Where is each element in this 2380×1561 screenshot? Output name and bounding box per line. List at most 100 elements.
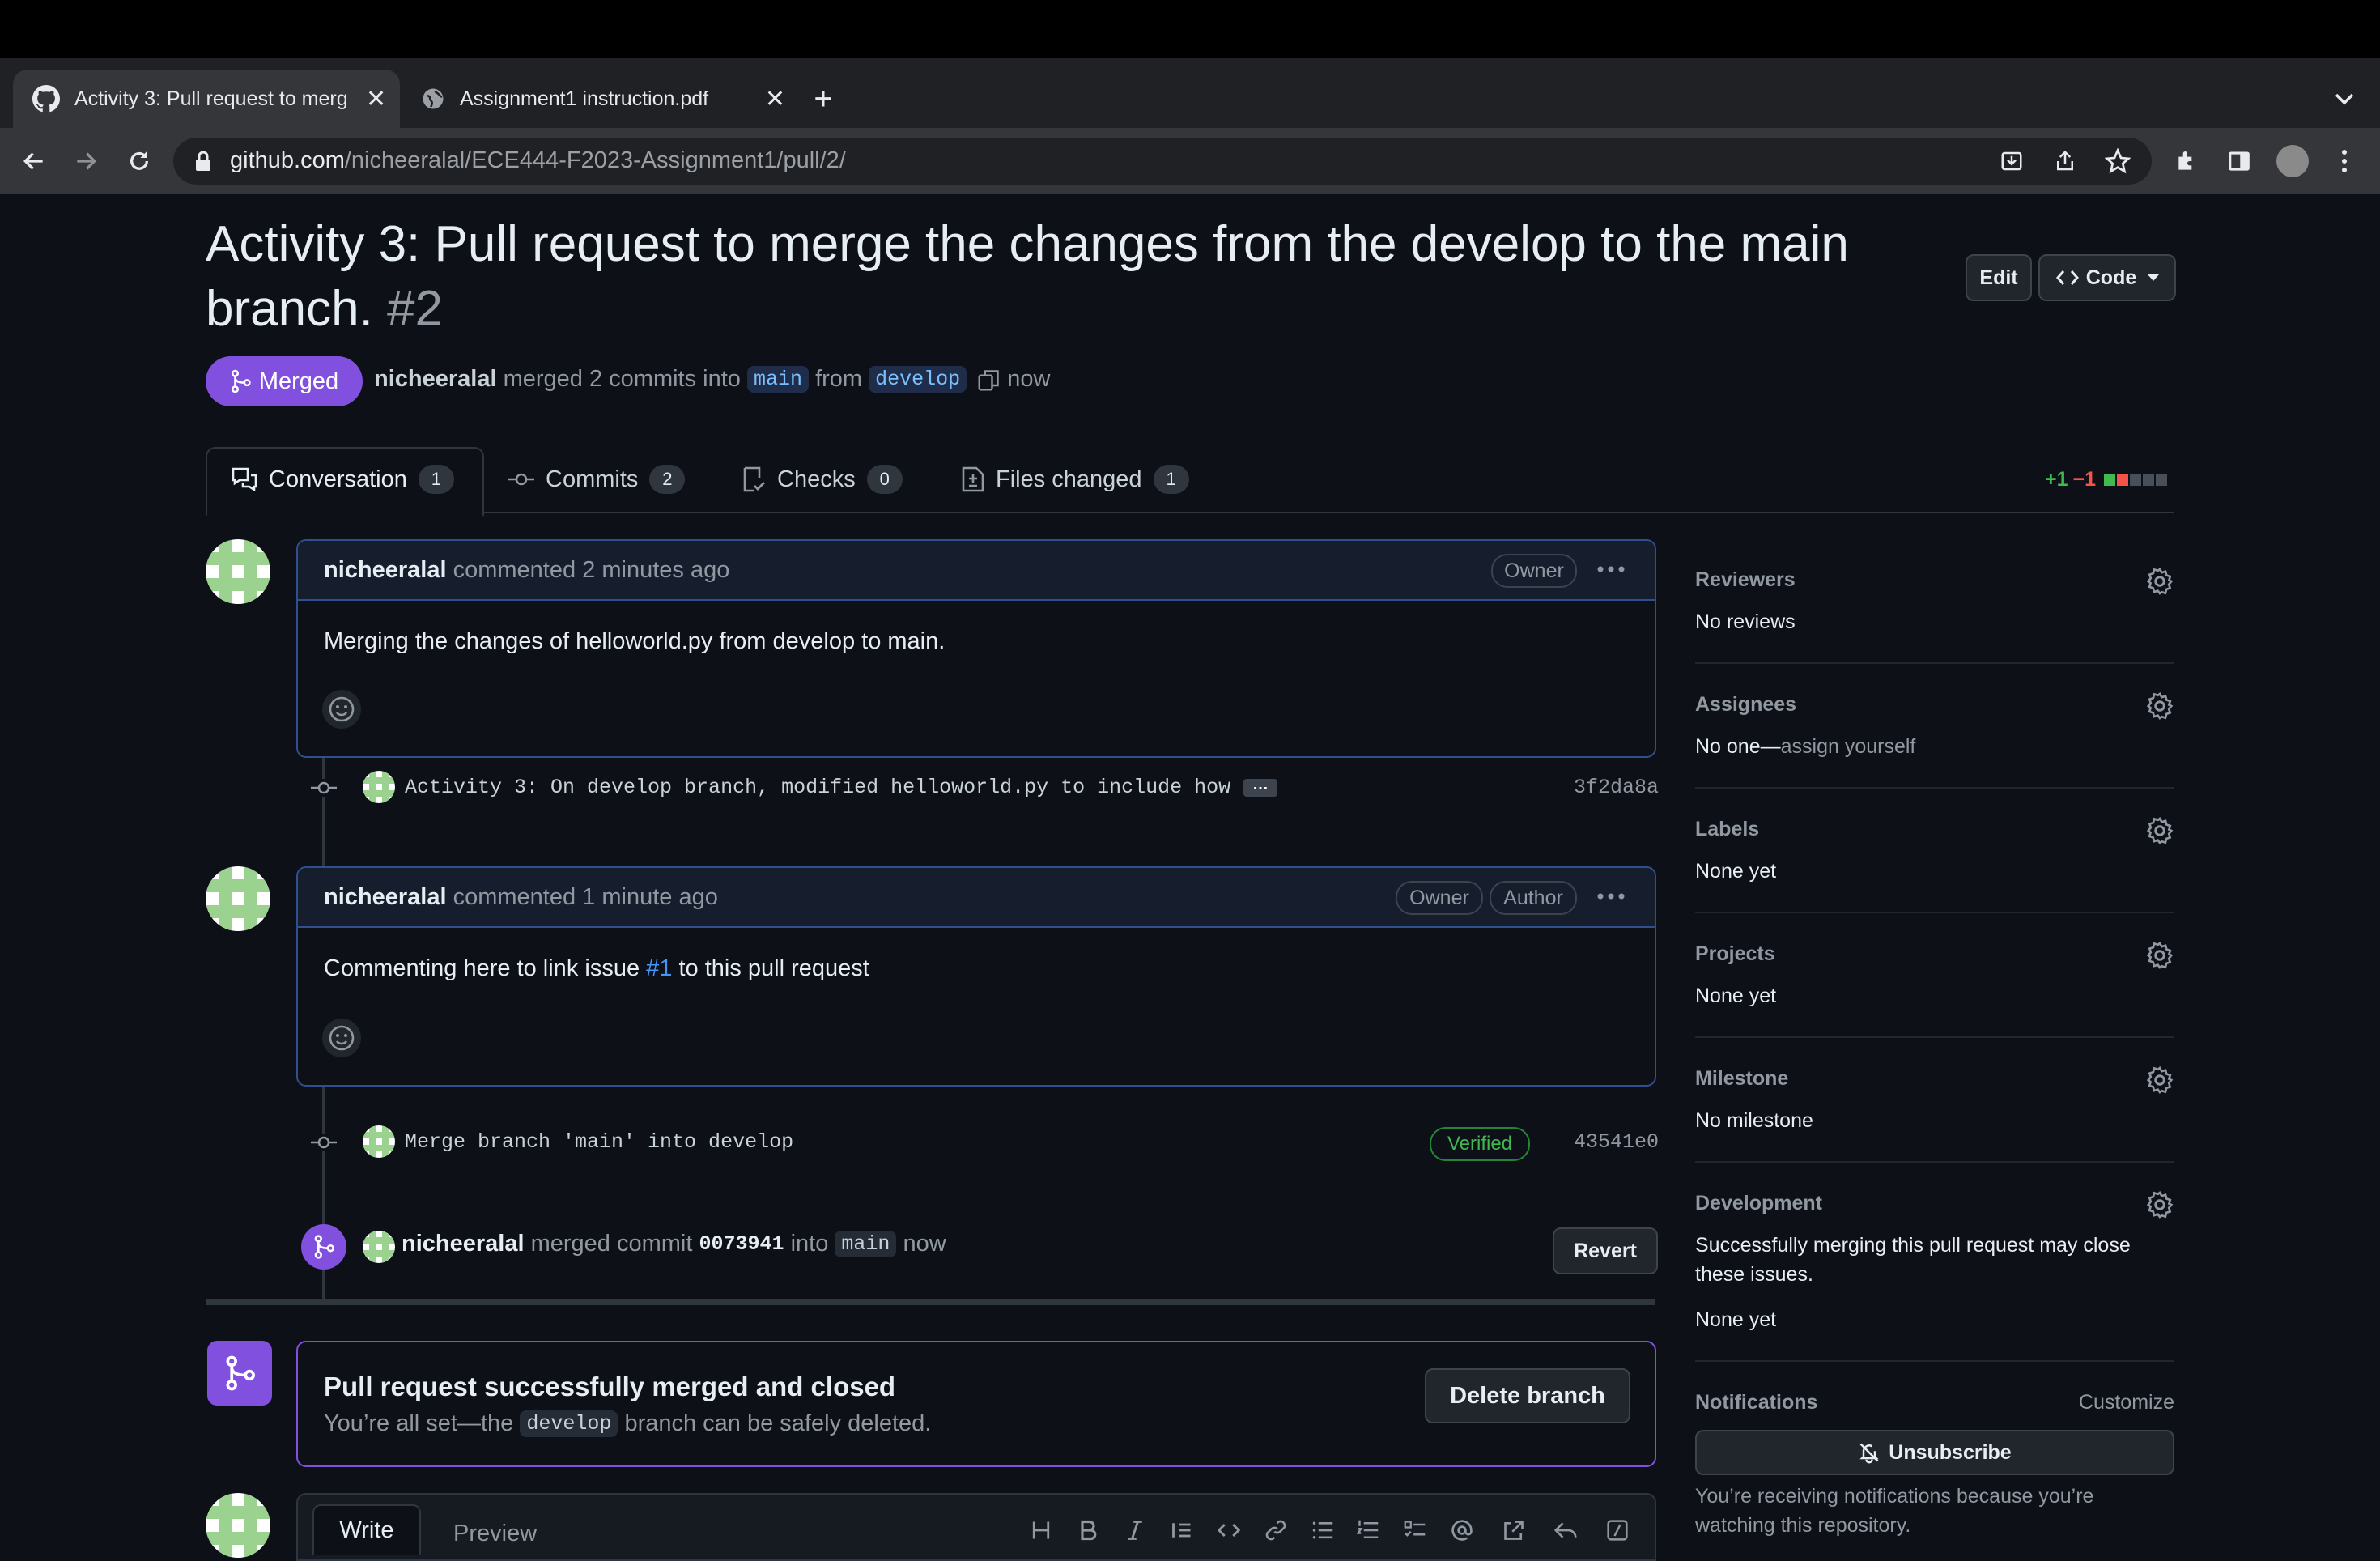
- forward-arrow-icon[interactable]: [68, 143, 104, 179]
- profile-avatar[interactable]: [2276, 145, 2309, 177]
- cross-reference-icon[interactable]: [1502, 1519, 1532, 1548]
- commit-message-link[interactable]: Merge branch 'main' into develop: [405, 1130, 793, 1154]
- side-panel-icon[interactable]: [2221, 143, 2257, 179]
- gear-icon[interactable]: [2145, 816, 2174, 845]
- unsubscribe-button[interactable]: Unsubscribe: [1695, 1430, 2174, 1475]
- copy-icon[interactable]: [978, 368, 1001, 391]
- head-branch-chip[interactable]: develop: [869, 366, 967, 393]
- gear-icon[interactable]: [2145, 941, 2174, 970]
- italic-icon[interactable]: [1124, 1519, 1153, 1548]
- merged-status-box: Pull request successfully merged and clo…: [296, 1341, 1656, 1467]
- git-merge-icon: [301, 1224, 346, 1270]
- sidebar-title: Reviewers: [1695, 568, 1796, 591]
- git-commit-icon: [309, 779, 338, 797]
- browser-tab-pdf[interactable]: Assignment1 instruction.pdf ✕: [411, 70, 792, 128]
- preview-tab[interactable]: Preview: [453, 1521, 537, 1547]
- bookmark-star-icon[interactable]: [2105, 148, 2131, 174]
- sidebar-title: Milestone: [1695, 1067, 1789, 1090]
- merged-status-subtitle: You’re all set—the develop branch can be…: [324, 1410, 932, 1437]
- tab-files-changed[interactable]: Files changed 1: [962, 445, 1189, 513]
- add-reaction-smiley-icon[interactable]: [322, 690, 361, 729]
- comment-2: nicheeralal commented 1 minute ago Owner…: [296, 866, 1656, 1087]
- tab-conversation[interactable]: Conversation 1: [232, 445, 454, 513]
- kebab-horizontal-icon[interactable]: [1596, 565, 1626, 573]
- reload-icon[interactable]: [121, 143, 157, 179]
- base-branch-chip[interactable]: main: [746, 366, 809, 393]
- sidebar-development: Development Successfully merging this pu…: [1695, 1190, 2174, 1362]
- expand-commit-ellipsis-button[interactable]: …: [1243, 776, 1277, 797]
- comment-author[interactable]: nicheeralal: [324, 884, 447, 910]
- merge-commit-link[interactable]: 0073941: [699, 1232, 784, 1256]
- link-icon[interactable]: [1264, 1519, 1294, 1548]
- sidebar-value: No one—assign yourself: [1695, 735, 1916, 758]
- heading-icon[interactable]: [1030, 1519, 1059, 1548]
- gear-icon[interactable]: [2145, 1065, 2174, 1095]
- gear-icon[interactable]: [2145, 1190, 2174, 1219]
- new-tab-plus-icon[interactable]: +: [805, 81, 841, 117]
- code-dropdown-button[interactable]: Code: [2038, 254, 2176, 301]
- gear-icon[interactable]: [2145, 691, 2174, 721]
- diffstat-bar: [2104, 474, 2168, 486]
- merge-author-link[interactable]: nicheeralal: [402, 1231, 525, 1257]
- sidebar-assignees: Assignees No one—assign yourself: [1695, 691, 2174, 789]
- git-merge-icon: [207, 1341, 272, 1406]
- reply-icon[interactable]: [1554, 1519, 1583, 1548]
- browser-menu-kebab-icon[interactable]: [2327, 143, 2362, 179]
- kebab-horizontal-icon[interactable]: [1596, 892, 1626, 900]
- commit-sha-link[interactable]: 43541e0: [1574, 1130, 1659, 1154]
- mention-icon[interactable]: [1451, 1519, 1480, 1548]
- ordered-list-icon[interactable]: [1357, 1519, 1386, 1548]
- tab-counter: 1: [418, 465, 454, 494]
- sidebar-title: Assignees: [1695, 693, 1797, 716]
- back-arrow-icon[interactable]: [16, 143, 52, 179]
- address-bar[interactable]: github.com/nicheeralal/ECE444-F2023-Assi…: [173, 138, 2152, 185]
- comment-time[interactable]: 1 minute ago: [582, 884, 718, 910]
- lock-icon[interactable]: [194, 151, 212, 172]
- comment-time[interactable]: 2 minutes ago: [582, 557, 729, 583]
- verified-badge[interactable]: Verified: [1430, 1127, 1530, 1161]
- diffstat[interactable]: +1 −1: [2045, 468, 2168, 491]
- avatar[interactable]: [363, 1231, 395, 1263]
- branch-chip[interactable]: develop: [520, 1410, 618, 1437]
- task-list-icon[interactable]: [1404, 1519, 1433, 1548]
- commit-message-link[interactable]: Activity 3: On develop branch, modified …: [405, 776, 1255, 799]
- assign-yourself-link[interactable]: assign yourself: [1781, 735, 1916, 758]
- merge-branch-chip[interactable]: main: [835, 1231, 897, 1257]
- avatar[interactable]: [206, 1493, 270, 1558]
- extensions-puzzle-icon[interactable]: [2170, 143, 2205, 179]
- install-app-icon[interactable]: [2000, 149, 2024, 173]
- code-icon[interactable]: [1218, 1519, 1247, 1548]
- gear-icon[interactable]: [2145, 567, 2174, 596]
- tab-search-chevron-icon[interactable]: [2327, 81, 2362, 117]
- edit-title-button[interactable]: Edit: [1966, 254, 2032, 301]
- avatar[interactable]: [363, 771, 395, 803]
- quote-icon[interactable]: [1171, 1519, 1200, 1548]
- slash-command-icon[interactable]: [1606, 1519, 1635, 1548]
- tabnav-divider: [206, 512, 2174, 513]
- git-commit-icon: [508, 471, 534, 487]
- add-reaction-smiley-icon[interactable]: [322, 1019, 361, 1057]
- comment-author[interactable]: nicheeralal: [324, 557, 447, 583]
- owner-badge: Owner: [1491, 554, 1577, 588]
- tab-commits[interactable]: Commits 2: [508, 445, 686, 513]
- pr-summary-text: merged 2 commits into: [503, 366, 741, 392]
- pr-summary: nicheeralal merged 2 commits into main f…: [374, 366, 1050, 393]
- write-tab[interactable]: Write: [312, 1504, 421, 1555]
- unordered-list-icon[interactable]: [1311, 1519, 1341, 1548]
- tab-checks[interactable]: Checks 0: [742, 445, 903, 513]
- revert-button[interactable]: Revert: [1553, 1227, 1658, 1274]
- tab-close-icon[interactable]: ✕: [765, 85, 785, 113]
- customize-link[interactable]: Customize: [2079, 1391, 2174, 1414]
- browser-tab-active[interactable]: Activity 3: Pull request to merg ✕: [13, 70, 400, 128]
- avatar[interactable]: [206, 539, 270, 604]
- share-icon[interactable]: [2053, 149, 2077, 173]
- pr-author-link[interactable]: nicheeralal: [374, 366, 497, 393]
- tab-close-icon[interactable]: ✕: [366, 85, 386, 113]
- delete-branch-button[interactable]: Delete branch: [1425, 1368, 1630, 1423]
- commit-sha-link[interactable]: 3f2da8a: [1574, 776, 1659, 799]
- issue-link[interactable]: #1: [646, 955, 672, 981]
- avatar[interactable]: [206, 866, 270, 931]
- avatar[interactable]: [363, 1125, 395, 1158]
- tab-counter: 2: [649, 465, 686, 494]
- bold-icon[interactable]: [1077, 1519, 1106, 1548]
